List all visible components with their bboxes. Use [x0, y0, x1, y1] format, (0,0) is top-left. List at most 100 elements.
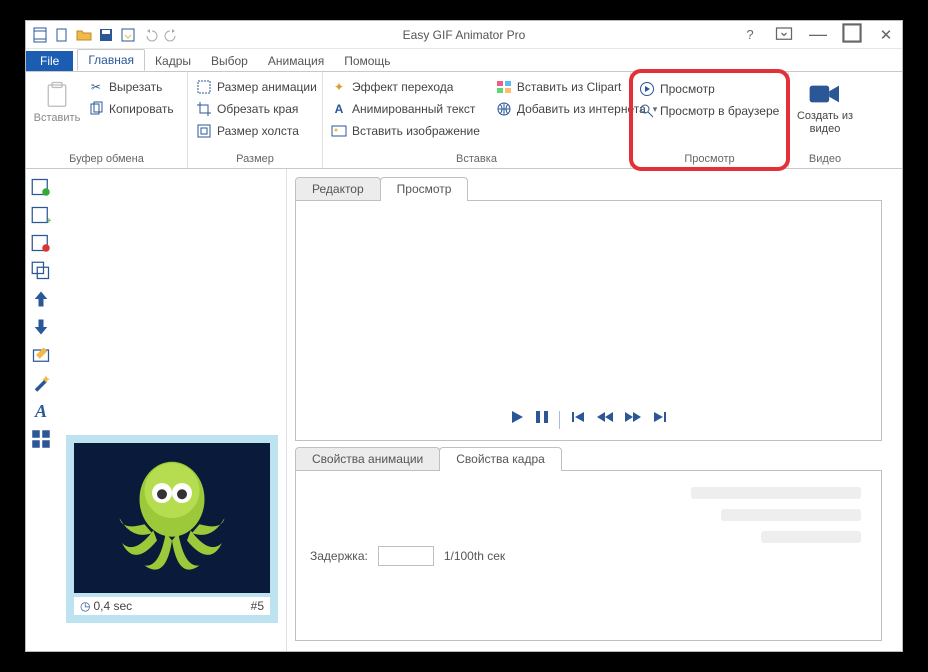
pause-icon[interactable] [535, 409, 549, 430]
group-label-video: Видео [795, 151, 855, 168]
move-down-icon[interactable] [31, 317, 51, 337]
paste-icon [42, 80, 72, 110]
properties-body: Задержка: 1/100th сек [295, 471, 882, 641]
body-area: + A [26, 169, 902, 651]
titlebar: Easy GIF Animator Pro ? — ✕ [26, 21, 902, 49]
quick-access-toolbar [32, 27, 180, 43]
edit-frame-icon[interactable] [31, 345, 51, 365]
transition-button[interactable]: ✦Эффект перехода [329, 78, 482, 96]
canvas-size-button[interactable]: Размер холста [194, 122, 319, 140]
insert-image-button[interactable]: Вставить изображение [329, 122, 482, 140]
playback-controls [509, 409, 668, 430]
copy-icon [88, 101, 104, 117]
prev-icon[interactable] [596, 409, 614, 430]
tab-anim-properties[interactable]: Свойства анимации [295, 447, 440, 470]
open-folder-icon[interactable] [76, 27, 92, 43]
globe-icon [496, 101, 512, 117]
editor-tabs-wrap: Редактор Просмотр [295, 177, 882, 441]
svg-text:+: + [46, 216, 51, 225]
tab-editor[interactable]: Редактор [295, 177, 381, 200]
copy-button[interactable]: Копировать [86, 100, 176, 118]
grid-icon[interactable] [31, 429, 51, 449]
group-video: Создать из видео Видео [789, 72, 861, 168]
first-icon[interactable] [570, 409, 586, 430]
editor-area: Редактор Просмотр [286, 169, 902, 651]
title-text: Easy GIF Animator Pro [403, 28, 526, 42]
browser-search-icon [639, 103, 655, 119]
placeholder-line [761, 531, 861, 543]
film-icon[interactable] [32, 27, 48, 43]
properties-tabstrip: Свойства анимации Свойства кадра [295, 447, 882, 471]
close-icon[interactable]: ✕ [876, 26, 896, 44]
clock-icon: ◷ [80, 599, 90, 613]
last-icon[interactable] [652, 409, 668, 430]
group-label-preview: Просмотр [637, 151, 782, 168]
help-icon[interactable]: ? [740, 27, 760, 42]
octopus-icon [74, 443, 270, 593]
new-file-icon[interactable] [54, 27, 70, 43]
scissors-icon: ✂ [88, 79, 104, 95]
delay-input[interactable] [378, 546, 434, 566]
ribbon-toggle-icon[interactable] [774, 23, 794, 46]
frame-time: 0,4 sec [93, 599, 132, 613]
delay-unit: 1/100th сек [444, 549, 505, 563]
file-tab[interactable]: File [26, 51, 73, 71]
wand-icon[interactable] [31, 373, 51, 393]
group-label-insert: Вставка [329, 151, 624, 168]
sparkle-icon: ✦ [331, 79, 347, 95]
tab-select[interactable]: Выбор [201, 51, 258, 71]
group-insert: ✦Эффект перехода AАнимированный текст Вс… [323, 72, 631, 168]
video-camera-icon [808, 80, 842, 108]
frame-info: ◷0,4 sec #5 [74, 597, 270, 615]
crop-button[interactable]: Обрезать края [194, 100, 319, 118]
text-tool-icon[interactable]: A [31, 401, 51, 421]
resize-icon [196, 79, 212, 95]
maximize-icon[interactable] [842, 23, 862, 46]
redo-icon[interactable] [164, 27, 180, 43]
tab-main[interactable]: Главная [77, 49, 145, 71]
delay-row: Задержка: 1/100th сек [310, 485, 505, 626]
tab-frames[interactable]: Кадры [145, 51, 201, 71]
properties-placeholder [535, 485, 867, 626]
delay-label: Задержка: [310, 549, 368, 563]
canvas-icon [196, 123, 212, 139]
paste-button[interactable]: Вставить [32, 76, 82, 125]
duplicate-frame-icon[interactable] [31, 261, 51, 281]
group-clipboard: Вставить ✂Вырезать Копировать Буфер обме… [26, 72, 188, 168]
create-from-video-button[interactable]: Создать из видео [796, 76, 854, 135]
next-icon[interactable] [624, 409, 642, 430]
preview-area [295, 201, 882, 441]
clipart-icon [496, 79, 512, 95]
title-controls: ? — ✕ [740, 23, 896, 46]
undo-icon[interactable] [142, 27, 158, 43]
placeholder-line [721, 509, 861, 521]
delete-frame-icon[interactable] [31, 233, 51, 253]
anim-size-button[interactable]: Размер анимации [194, 78, 319, 96]
cut-button[interactable]: ✂Вырезать [86, 78, 176, 96]
ribbon: Вставить ✂Вырезать Копировать Буфер обме… [26, 71, 902, 169]
preview-browser-button[interactable]: Просмотр в браузере [637, 102, 781, 120]
anim-text-button[interactable]: AАнимированный текст [329, 100, 482, 118]
frame-card[interactable]: ◷0,4 sec #5 [66, 435, 278, 623]
crop-icon [196, 101, 212, 117]
group-label-clipboard: Буфер обмена [32, 151, 181, 168]
tab-animation[interactable]: Анимация [258, 51, 334, 71]
preview-button[interactable]: Просмотр [637, 80, 781, 98]
tab-help[interactable]: Помощь [334, 51, 400, 71]
play-icon[interactable] [509, 409, 525, 430]
saveas-icon[interactable] [120, 27, 136, 43]
move-up-icon[interactable] [31, 289, 51, 309]
add-frame-icon[interactable] [31, 177, 51, 197]
editor-tabstrip: Редактор Просмотр [295, 177, 882, 201]
app-window: Easy GIF Animator Pro ? — ✕ File Главная… [25, 20, 903, 652]
placeholder-line [691, 487, 861, 499]
save-icon[interactable] [98, 27, 114, 43]
tab-preview[interactable]: Просмотр [380, 177, 469, 200]
play-circle-icon [639, 81, 655, 97]
add-blank-frame-icon[interactable]: + [31, 205, 51, 225]
minimize-icon[interactable]: — [808, 24, 828, 45]
tab-frame-properties[interactable]: Свойства кадра [439, 447, 562, 470]
group-label-size: Размер [194, 151, 316, 168]
text-a-icon: A [331, 101, 347, 117]
separator [559, 411, 560, 429]
